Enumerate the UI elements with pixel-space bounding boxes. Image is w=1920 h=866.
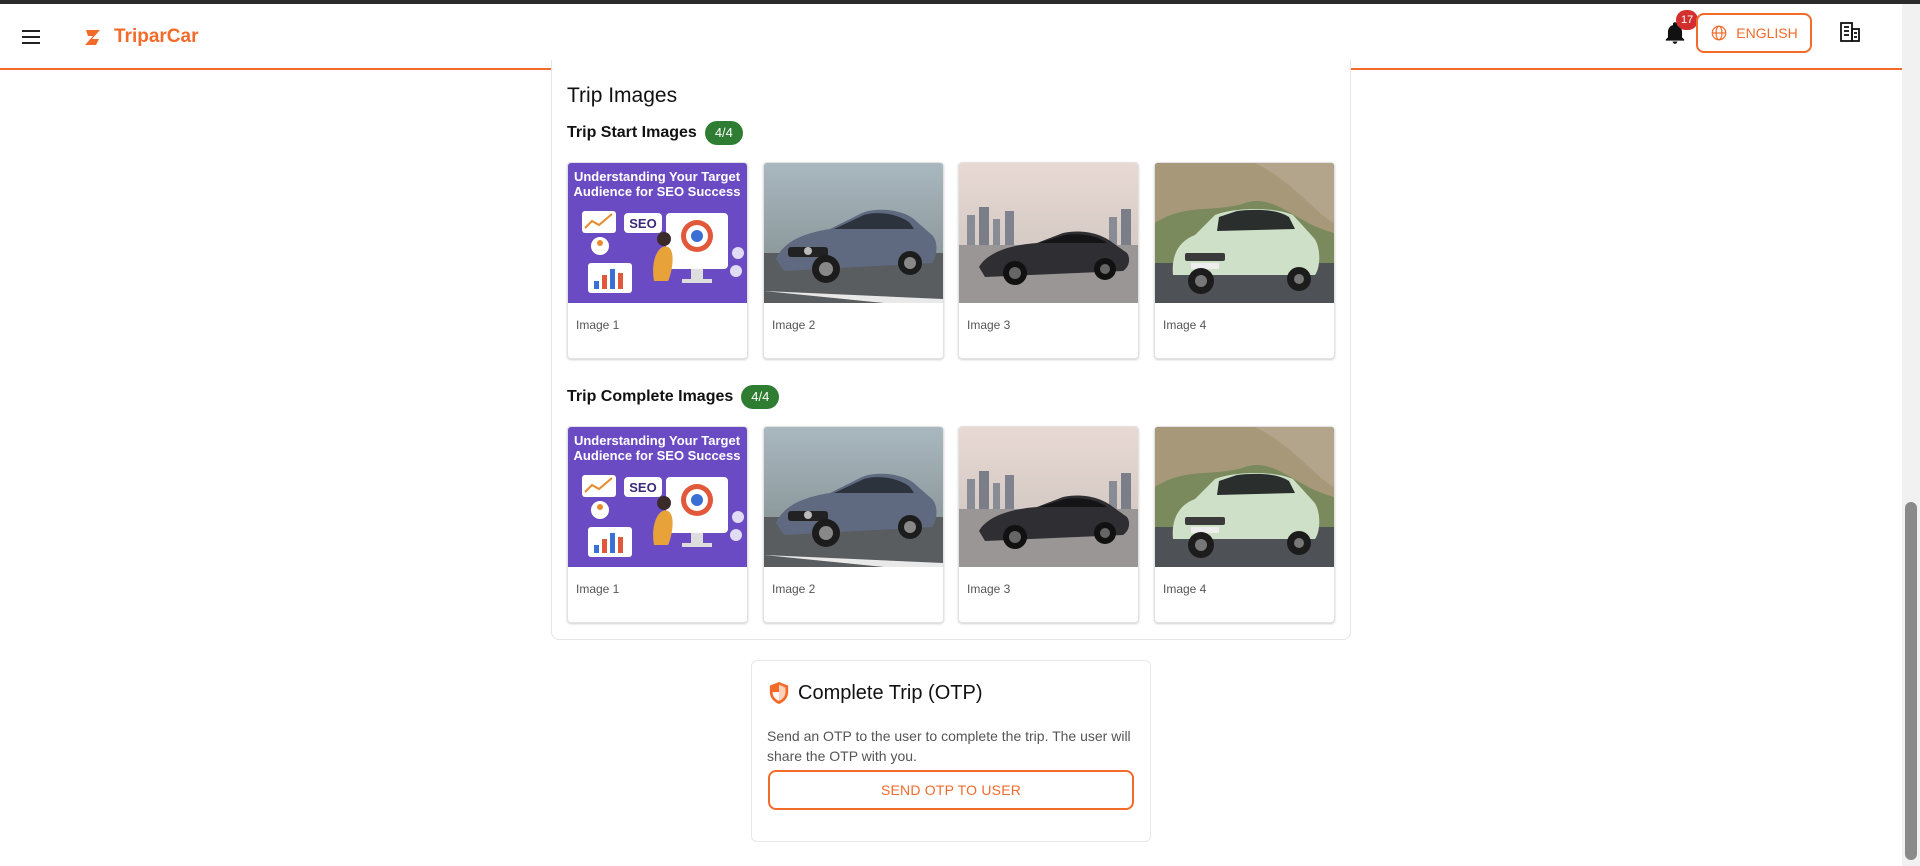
language-label: ENGLISH <box>1736 25 1798 41</box>
app-logo[interactable]: TriparCar <box>82 21 198 53</box>
otp-description: Send an OTP to the user to complete the … <box>767 728 1131 764</box>
trip-complete-images-title: Trip Complete Images <box>567 388 734 405</box>
notification-count-badge: 17 <box>1676 10 1699 30</box>
trip-complete-count-badge: 4/4 <box>741 385 780 409</box>
image-caption: Image 2 <box>772 582 816 596</box>
grey-sedan-image <box>764 427 943 567</box>
image-caption: Image 1 <box>576 318 620 332</box>
mint-suv-image <box>1155 163 1334 303</box>
svg-text:Audience for SEO Success: Audience for SEO Success <box>574 184 741 199</box>
menu-icon[interactable] <box>18 22 46 50</box>
svg-text:SEO: SEO <box>629 216 656 231</box>
grey-sedan-image <box>764 163 943 303</box>
trip-start-image-tile-3[interactable]: Image 3 <box>958 162 1139 359</box>
svg-text:Audience for SEO Success: Audience for SEO Success <box>574 448 741 463</box>
trip-start-count-badge: 4/4 <box>704 121 743 145</box>
image-caption: Image 3 <box>967 318 1011 332</box>
image-caption: Image 2 <box>772 318 816 332</box>
logo-icon <box>85 30 100 45</box>
trip-start-image-tile-2[interactable]: Image 2 <box>763 162 944 359</box>
shield-icon <box>769 682 789 704</box>
trip-images-title: Trip Images <box>567 84 678 107</box>
trip-complete-image-tile-2[interactable]: Image 2 <box>763 426 944 623</box>
scrollbar-thumb[interactable] <box>1905 502 1917 860</box>
trip-complete-image-tile-4[interactable]: Image 4 <box>1154 426 1335 623</box>
otp-title: Complete Trip (OTP) <box>798 682 983 704</box>
seo-banner-image: Understanding Your Target Audience for SE… <box>568 163 747 303</box>
language-button[interactable]: ENGLISH <box>1696 13 1812 53</box>
svg-text:Understanding Your Target: Understanding Your Target <box>574 433 741 448</box>
seo-banner-image: Understanding Your Target Audience for SE… <box>568 427 747 567</box>
trip-complete-image-tile-3[interactable]: Image 3 <box>958 426 1139 623</box>
image-caption: Image 1 <box>576 582 620 596</box>
globe-icon <box>1711 25 1727 41</box>
trip-start-images-heading: Trip Start Images 4/4 <box>567 121 743 145</box>
trip-complete-image-tile-1[interactable]: Understanding Your Target Audience for SE… <box>567 426 748 623</box>
trip-start-image-tile-1[interactable]: Understanding Your Target Audience for SE… <box>567 162 748 359</box>
app-name: TriparCar <box>114 26 199 47</box>
image-caption: Image 4 <box>1163 582 1207 596</box>
dark-coupe-image <box>959 163 1138 303</box>
svg-text:Understanding Your Target: Understanding Your Target <box>574 169 741 184</box>
trip-start-image-tile-4[interactable]: Image 4 <box>1154 162 1335 359</box>
svg-text:SEO: SEO <box>629 480 656 495</box>
image-caption: Image 4 <box>1163 318 1207 332</box>
image-caption: Image 3 <box>967 582 1011 596</box>
dark-coupe-image <box>959 427 1138 567</box>
send-otp-button[interactable]: SEND OTP TO USER <box>768 770 1134 810</box>
mint-suv-image <box>1155 427 1334 567</box>
trip-start-images-title: Trip Start Images <box>567 124 697 141</box>
building-icon[interactable] <box>1838 20 1864 46</box>
trip-complete-images-heading: Trip Complete Images 4/4 <box>567 385 780 409</box>
